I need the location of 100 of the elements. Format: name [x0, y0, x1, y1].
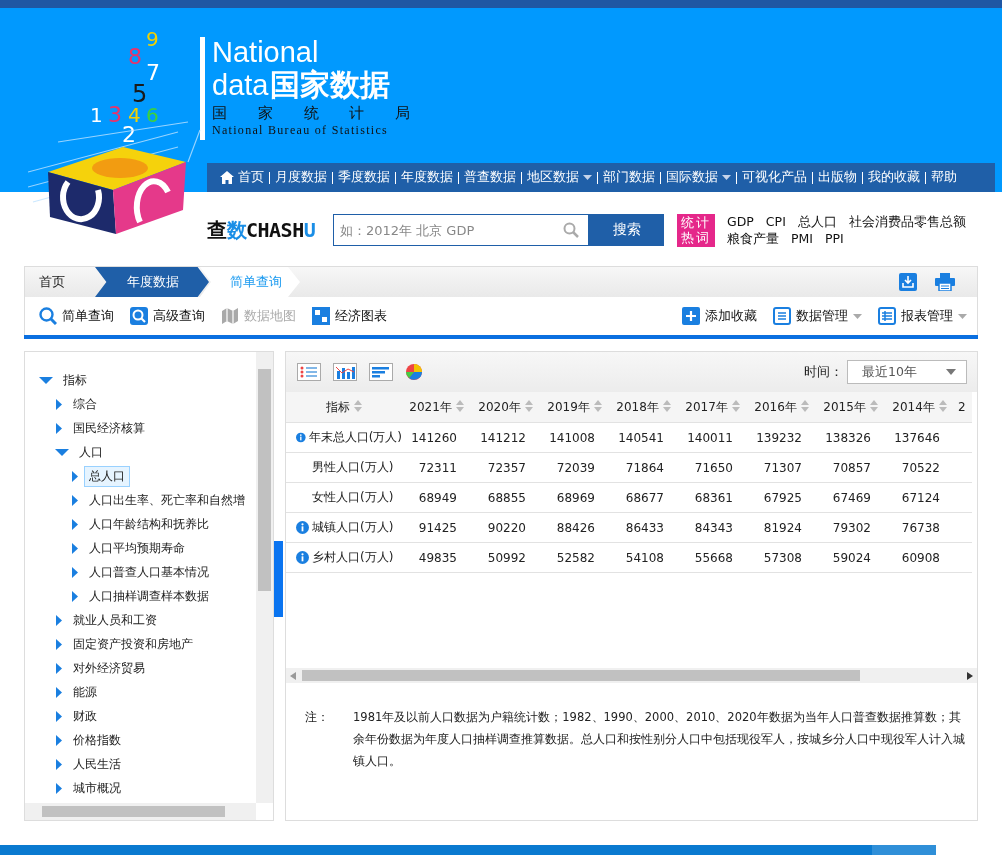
caret-right-icon[interactable] — [55, 398, 63, 410]
info-icon[interactable] — [296, 431, 306, 444]
tree-item[interactable]: 城市概况 — [68, 777, 126, 799]
toolbar-button[interactable]: 高级查询 — [130, 307, 205, 325]
table-cell: 68677 — [609, 482, 678, 513]
time-select[interactable]: 最近10年 — [847, 360, 967, 384]
list-icon — [773, 307, 791, 325]
nav-link[interactable]: 帮助 — [926, 169, 962, 186]
caret-right-icon[interactable] — [55, 686, 63, 698]
column-header[interactable]: 2016年 — [747, 392, 816, 423]
tree-item[interactable]: 对外经济贸易 — [68, 657, 150, 679]
tree-item[interactable]: 能源 — [68, 681, 102, 703]
nav-link[interactable]: 出版物 — [813, 169, 862, 186]
nav-link[interactable]: 季度数据 — [333, 169, 395, 186]
table-cell: 81924 — [747, 512, 816, 543]
caret-right-icon[interactable] — [71, 494, 79, 506]
bar-rows-icon[interactable] — [369, 363, 393, 381]
toolbar-button[interactable]: 经济图表 — [312, 307, 387, 325]
tree-item[interactable]: 人口出生率、死亡率和自然增 — [84, 489, 250, 511]
scroll-right-icon[interactable] — [967, 671, 973, 680]
info-icon[interactable] — [296, 521, 309, 534]
search-field[interactable]: 如：2012年 北京 GDP — [333, 214, 589, 246]
toolbar-button[interactable]: 报表管理 — [878, 307, 967, 325]
download-icon[interactable] — [899, 273, 917, 291]
caret-down-icon[interactable] — [39, 374, 53, 386]
nav-link[interactable]: 部门数据 — [598, 169, 660, 186]
caret-icon — [946, 369, 956, 375]
splitter-handle[interactable] — [274, 541, 283, 617]
caret-right-icon[interactable] — [55, 614, 63, 626]
caret-right-icon[interactable] — [55, 782, 63, 794]
tree-item[interactable]: 指标 — [58, 369, 92, 391]
tree-item[interactable]: 人口年龄结构和抚养比 — [84, 513, 214, 535]
nav-link[interactable]: 我的收藏 — [863, 169, 925, 186]
nav-link[interactable]: 地区数据 — [522, 169, 597, 186]
hot-word-link[interactable]: 总人口 — [797, 213, 837, 230]
breadcrumb-item[interactable]: 首页 — [25, 267, 97, 297]
hot-word-link[interactable]: CPI — [765, 213, 786, 230]
caret-right-icon[interactable] — [55, 422, 63, 434]
caret-right-icon[interactable] — [55, 758, 63, 770]
column-header[interactable]: 2021年 — [402, 392, 471, 423]
note-text: 1981年及以前人口数据为户籍统计数；1982、1990、2000、2010、2020年数据为当年人口普查数据推算数；其余年份数据为年度人口抽样调查推算数据。总人口和按性别分人口中包括现役军人，按城乡分人口中现役军人计入城镇人口。 — [353, 709, 966, 770]
nav-link[interactable]: 可视化产品 — [737, 169, 812, 186]
tree-item[interactable]: 人口普查人口基本情况 — [84, 561, 214, 583]
scrollbar[interactable] — [286, 668, 977, 683]
hot-word-link[interactable]: PPI — [825, 230, 844, 247]
pie-chart-icon[interactable] — [405, 363, 423, 381]
caret-right-icon[interactable] — [71, 566, 79, 578]
toolbar-button[interactable]: 添加收藏 — [682, 307, 757, 325]
bar-chart-icon[interactable] — [333, 363, 357, 381]
caret-right-icon[interactable] — [71, 470, 79, 482]
caret-right-icon[interactable] — [55, 734, 63, 746]
table-cell: 49835 — [402, 542, 471, 573]
caret-right-icon[interactable] — [71, 518, 79, 530]
info-icon[interactable] — [296, 551, 309, 564]
caret-right-icon[interactable] — [55, 710, 63, 722]
column-header[interactable]: 指标 — [286, 392, 402, 423]
scrollbar[interactable] — [25, 803, 256, 820]
caret-right-icon[interactable] — [71, 590, 79, 602]
nav-link[interactable]: 国际数据 — [661, 169, 736, 186]
tree-item[interactable]: 就业人员和工资 — [68, 609, 162, 631]
caret-right-icon[interactable] — [55, 638, 63, 650]
scroll-left-icon[interactable] — [290, 671, 296, 680]
search-button[interactable]: 搜索 — [589, 214, 664, 246]
caret-right-icon[interactable] — [55, 662, 63, 674]
tree-item[interactable]: 总人口 — [84, 465, 130, 487]
tree-item[interactable]: 人口平均预期寿命 — [84, 537, 190, 559]
toolbar-button[interactable]: 数据管理 — [773, 307, 862, 325]
table-cell: 90220 — [471, 512, 540, 543]
column-header[interactable]: 2 — [954, 392, 972, 423]
table-cell: 71307 — [747, 452, 816, 483]
caret-right-icon[interactable] — [71, 542, 79, 554]
tree-item[interactable]: 综合 — [68, 393, 102, 415]
column-header[interactable]: 2015年 — [816, 392, 885, 423]
column-header[interactable]: 2020年 — [471, 392, 540, 423]
column-header[interactable]: 2019年 — [540, 392, 609, 423]
tree-item[interactable]: 人民生活 — [68, 753, 126, 775]
hot-word-link[interactable]: 粮食产量 — [727, 230, 779, 247]
scrollbar[interactable] — [256, 352, 273, 803]
column-header[interactable]: 2017年 — [678, 392, 747, 423]
column-header[interactable]: 2018年 — [609, 392, 678, 423]
nav-link[interactable]: 普查数据 — [459, 169, 521, 186]
tree-item[interactable]: 固定资产投资和房地产 — [68, 633, 198, 655]
tree-item[interactable]: 财政 — [68, 705, 102, 727]
print-icon[interactable] — [935, 273, 955, 291]
tree-item[interactable]: 价格指数 — [68, 729, 126, 751]
toolbar-button[interactable]: 简单查询 — [39, 307, 114, 325]
nav-link[interactable]: 月度数据 — [270, 169, 332, 186]
list-icon[interactable] — [297, 363, 321, 381]
column-header[interactable]: 2014年 — [885, 392, 954, 423]
hot-word-link[interactable]: PMI — [791, 230, 813, 247]
tree-item[interactable]: 人口抽样调查样本数据 — [84, 585, 214, 607]
table-cell: 72357 — [471, 452, 540, 483]
tree-item[interactable]: 国民经济核算 — [68, 417, 150, 439]
hot-word-link[interactable]: 社会消费品零售总额 — [848, 213, 966, 230]
caret-down-icon[interactable] — [55, 446, 69, 458]
tree-item[interactable]: 人口 — [74, 441, 108, 463]
nav-link[interactable]: 年度数据 — [396, 169, 458, 186]
hot-word-link[interactable]: GDP — [727, 213, 754, 230]
breadcrumb-item[interactable]: 年度数据 — [95, 267, 209, 297]
nav-link[interactable]: 首页 — [215, 169, 269, 186]
